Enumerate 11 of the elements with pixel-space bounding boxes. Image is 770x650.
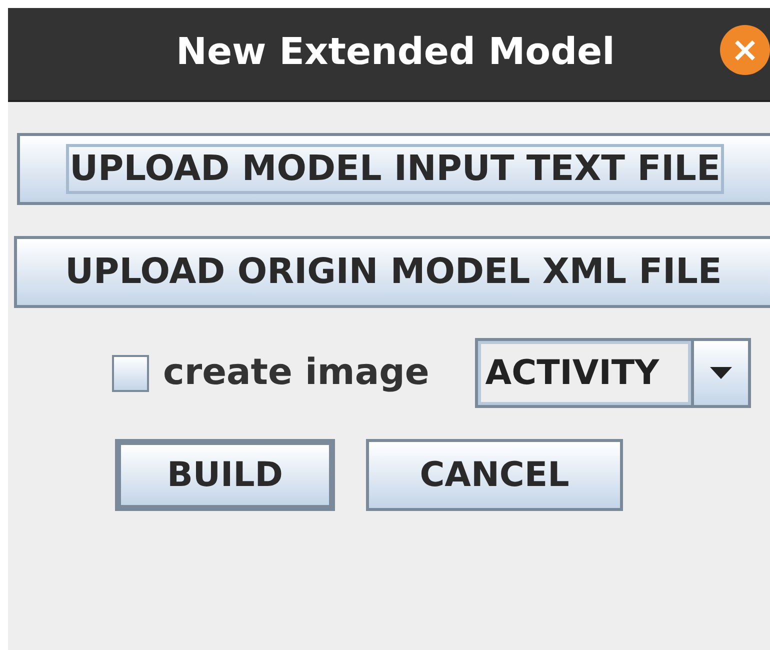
dialog-button[interactable]: CANCEL [366, 439, 623, 511]
dropdown-value: ACTIVITY [478, 341, 692, 405]
caret-icon [710, 367, 732, 379]
checkbox-label: create image [163, 351, 430, 395]
dialog-button[interactable]: BUILD [115, 439, 335, 511]
checkbox[interactable] [112, 354, 149, 392]
type-dropdown[interactable]: ACTIVITY [475, 338, 752, 408]
upload-button[interactable]: UPLOAD MODEL INPUT TEXT FILE [17, 133, 770, 205]
window-title: New Extended Model [176, 29, 615, 75]
upload-button[interactable]: UPLOAD ORIGIN MODEL XML FILE [14, 236, 770, 308]
dropdown-arrow-button[interactable] [691, 341, 748, 405]
